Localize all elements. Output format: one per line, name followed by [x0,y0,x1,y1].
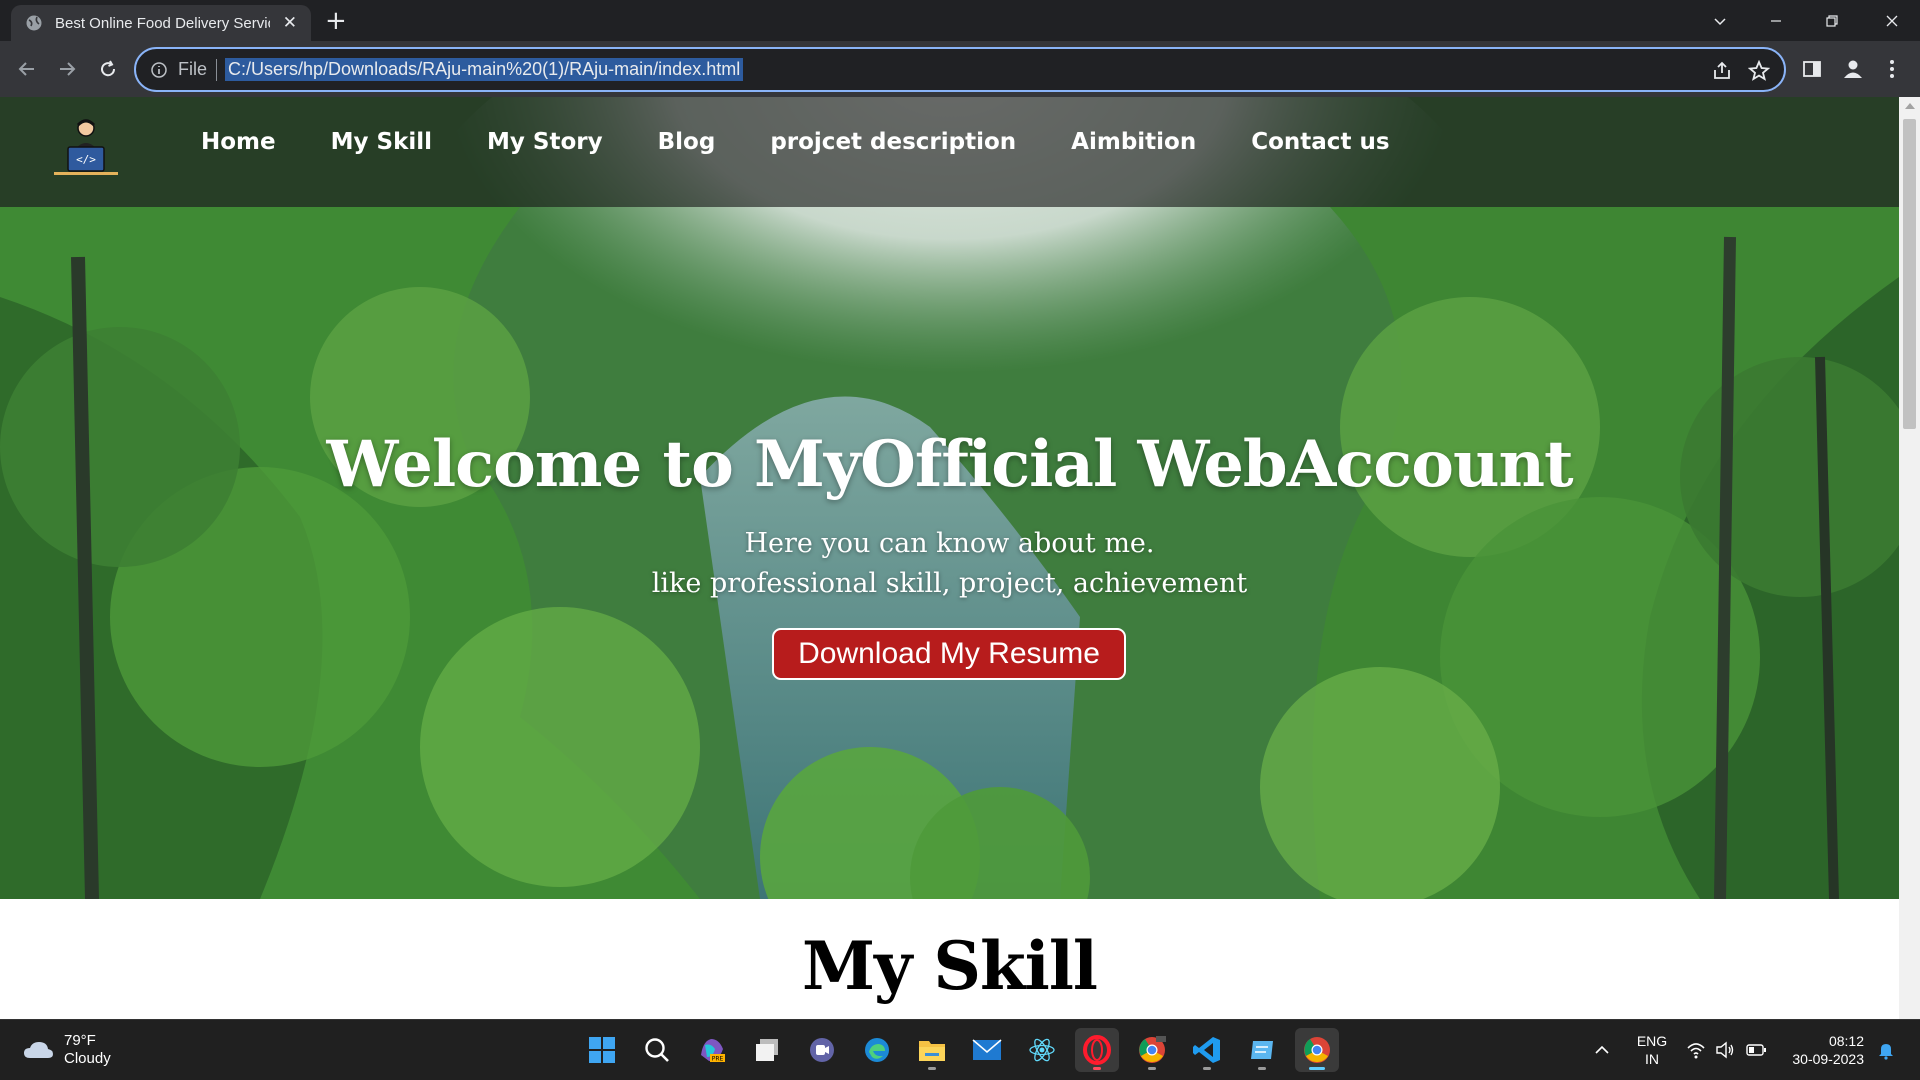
mail-icon[interactable] [965,1028,1009,1072]
clock-date: 30-09-2023 [1792,1051,1864,1067]
edge-icon[interactable] [855,1028,899,1072]
windows-taskbar: 79°F Cloudy PRE ENG IN 08:12 30-09-2023 [0,1019,1920,1080]
chevron-up-icon[interactable] [1592,1040,1612,1060]
copilot-pre-icon[interactable]: PRE [690,1028,734,1072]
react-icon[interactable] [1020,1028,1064,1072]
running-indicator [1258,1067,1266,1070]
nav-links: Home My Skill My Story Blog projcet desc… [201,129,1445,155]
chrome-icon[interactable] [1295,1028,1339,1072]
address-bar[interactable]: File C:/Users/hp/Downloads/RAju-main%20(… [134,47,1786,92]
running-indicator [928,1067,936,1070]
globe-icon [26,15,42,31]
site-navbar: </> Home My Skill My Story Blog projcet … [0,97,1899,207]
scroll-up-arrow-icon[interactable] [1905,103,1915,109]
weather-widget[interactable]: 79°F Cloudy [22,1032,111,1068]
close-tab-icon[interactable]: ✕ [283,13,297,33]
active-indicator [1309,1067,1325,1070]
nav-my-story[interactable]: My Story [487,129,603,155]
nav-project-description[interactable]: projcet description [770,129,1016,155]
nav-home[interactable]: Home [201,129,276,155]
scroll-thumb[interactable] [1903,119,1916,429]
browser-toolbar: File C:/Users/hp/Downloads/RAju-main%20(… [0,41,1920,97]
weather-temperature: 79°F [64,1032,96,1049]
tab-bar: Best Online Food Delivery Servic ✕ + [0,0,1920,41]
teams-icon[interactable] [800,1028,844,1072]
opera-icon[interactable] [1075,1028,1119,1072]
share-icon[interactable] [1711,60,1733,82]
nav-contact-us[interactable]: Contact us [1251,129,1389,155]
omnibox-separator [216,58,218,81]
developer-logo-icon[interactable]: </> [50,115,122,181]
running-indicator [1093,1067,1101,1070]
menu-kebab-icon[interactable] [1880,57,1904,81]
region-label: IN [1645,1051,1659,1067]
hero-subtitle-line-1: Here you can know about me. [744,528,1155,559]
restore-button[interactable] [1804,0,1860,41]
vscode-icon[interactable] [1185,1028,1229,1072]
browser-tab[interactable]: Best Online Food Delivery Servic ✕ [11,5,311,41]
section-title-my-skill: My Skill [802,927,1098,1005]
page-scrollbar[interactable] [1899,97,1920,1019]
running-indicator [1148,1067,1156,1070]
weather-description: Cloudy [64,1050,111,1067]
search-icon[interactable] [635,1028,679,1072]
reload-icon [101,60,116,77]
tab-search-icon[interactable] [1692,0,1748,41]
chrome-dev-icon[interactable] [1130,1028,1174,1072]
hero-subtitle-line-2: like professional skill, project, achiev… [651,568,1248,599]
wifi-icon[interactable] [1686,1040,1706,1060]
file-explorer-icon[interactable] [910,1028,954,1072]
hero-title: Welcome to MyOfficial WebAccount [326,427,1573,502]
close-window-button[interactable] [1864,0,1920,41]
clock-time: 08:12 [1828,1033,1864,1049]
url-text[interactable]: C:/Users/hp/Downloads/RAju-main%20(1)/RA… [225,58,744,81]
forward-button[interactable] [53,55,81,83]
tab-title: Best Online Food Delivery Servic [55,14,270,32]
language-indicator[interactable]: ENG IN [1632,1032,1672,1068]
scheme-label: File [178,59,208,79]
side-panel-icon[interactable] [1800,57,1824,81]
svg-text:</>: </> [76,153,96,166]
task-view-icon[interactable] [745,1028,789,1072]
back-button[interactable] [13,55,41,83]
profile-icon[interactable] [1841,57,1865,81]
clock[interactable]: 08:12 30-09-2023 [1782,1032,1864,1068]
nav-my-skill[interactable]: My Skill [331,129,432,155]
running-indicator [1203,1067,1211,1070]
battery-icon[interactable] [1745,1040,1766,1060]
reload-button[interactable] [94,55,122,83]
download-resume-button[interactable]: Download My Resume [772,628,1126,680]
start-icon[interactable] [580,1028,624,1072]
notepad-icon[interactable] [1240,1028,1284,1072]
info-icon[interactable] [150,61,168,79]
hero-section: </> Home My Skill My Story Blog projcet … [0,97,1899,899]
notification-bell-icon[interactable] [1876,1040,1896,1060]
volume-icon[interactable] [1715,1040,1735,1060]
page-viewport: </> Home My Skill My Story Blog projcet … [0,97,1899,1019]
new-tab-button[interactable]: + [325,6,347,36]
svg-text:PRE: PRE [712,1056,724,1063]
language-label: ENG [1636,1033,1668,1049]
cloud-icon [24,1042,53,1058]
nav-ambition[interactable]: Aimbition [1071,129,1196,155]
minimize-button[interactable] [1748,0,1804,41]
arrow-right-icon [60,62,76,76]
arrow-left-icon [18,62,34,76]
bookmark-star-icon[interactable] [1747,59,1771,82]
nav-blog[interactable]: Blog [658,129,716,155]
